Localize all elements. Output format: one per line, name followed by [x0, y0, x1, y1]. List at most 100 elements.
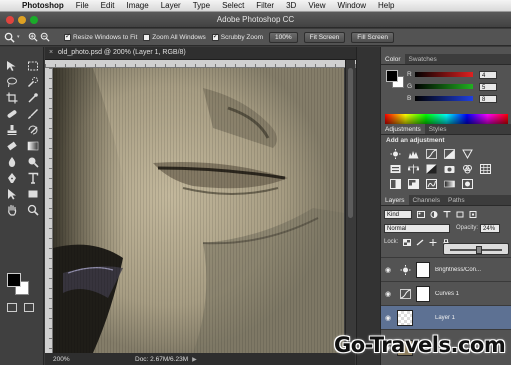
menu-select[interactable]: Select [216, 0, 250, 12]
fit-screen-button[interactable]: Fit Screen [303, 31, 346, 43]
menu-edit[interactable]: Edit [95, 0, 121, 12]
clone-stamp-tool[interactable] [4, 123, 20, 136]
hand-tool[interactable] [4, 203, 20, 216]
zoom-tool-preset[interactable]: ▾ [4, 31, 28, 44]
foreground-color-swatch[interactable] [7, 273, 21, 287]
gradient-tool[interactable] [25, 139, 41, 152]
tab-adjustments[interactable]: Adjustments [381, 124, 425, 134]
channel-mixer-icon[interactable] [461, 163, 474, 174]
green-slider[interactable] [415, 84, 473, 89]
blur-tool[interactable] [4, 155, 20, 168]
menu-view[interactable]: View [302, 0, 331, 12]
tab-paths[interactable]: Paths [444, 195, 469, 205]
crop-tool[interactable] [4, 91, 20, 104]
brush-tool[interactable] [25, 107, 41, 120]
menu-filter[interactable]: Filter [250, 0, 280, 12]
canvas-image[interactable] [53, 68, 344, 353]
black-white-icon[interactable] [425, 163, 438, 174]
path-selection-tool[interactable] [4, 187, 20, 200]
tab-layers[interactable]: Layers [381, 195, 409, 205]
zoom-tool[interactable] [25, 203, 41, 216]
resize-windows-checkbox[interactable]: Resize Windows to Fit [64, 32, 137, 41]
vertical-scrollbar[interactable] [345, 60, 355, 353]
healing-brush-tool[interactable] [4, 107, 20, 120]
eye-visibility-icon[interactable]: ◉ [381, 290, 395, 298]
menu-photoshop[interactable]: Photoshop [16, 0, 70, 12]
menu-layer[interactable]: Layer [155, 0, 187, 12]
opacity-field[interactable]: 24% [480, 223, 501, 233]
tab-styles[interactable]: Styles [425, 124, 451, 134]
blend-mode-select[interactable]: Normal [384, 223, 450, 233]
history-brush-tool[interactable] [25, 123, 41, 136]
color-foreground-swatch[interactable] [386, 70, 398, 82]
smart-object-filter-icon[interactable] [468, 210, 477, 218]
blue-value-field[interactable]: 8 [479, 94, 497, 103]
marquee-tool[interactable] [25, 59, 41, 72]
layer-row-layer-1[interactable]: ◉ Layer 1 [381, 305, 511, 329]
color-lookup-icon[interactable] [479, 163, 492, 174]
brightness-contrast-icon[interactable] [389, 148, 402, 159]
lock-pixels-icon[interactable] [415, 238, 424, 246]
curves-icon[interactable] [425, 148, 438, 159]
lasso-tool[interactable] [4, 75, 20, 88]
eye-visibility-icon[interactable]: ◉ [381, 266, 395, 274]
lock-position-icon[interactable] [428, 238, 437, 246]
quick-selection-tool[interactable] [25, 75, 41, 88]
scrollbar-thumb[interactable] [348, 68, 353, 218]
selective-color-icon[interactable] [461, 178, 474, 189]
red-slider[interactable] [415, 72, 473, 77]
zoom-all-windows-checkbox[interactable]: Zoom All Windows [143, 33, 206, 41]
fill-screen-button[interactable]: Fill Screen [351, 31, 395, 43]
layer-mask-thumbnail[interactable] [416, 261, 430, 278]
type-filter-icon[interactable] [442, 210, 451, 218]
gradient-map-icon[interactable] [443, 178, 456, 189]
menu-image[interactable]: Image [120, 0, 154, 12]
zoom-out-icon[interactable] [40, 32, 50, 42]
type-tool[interactable] [25, 171, 41, 184]
menu-window[interactable]: Window [332, 0, 372, 12]
posterize-icon[interactable] [407, 178, 420, 189]
exposure-icon[interactable] [443, 148, 456, 159]
quick-mask-icon[interactable] [7, 303, 17, 312]
layer-mask-thumbnail[interactable] [416, 285, 430, 302]
adjustment-filter-icon[interactable] [429, 210, 438, 218]
menu-type[interactable]: Type [187, 0, 216, 12]
menu-file[interactable]: File [70, 0, 95, 12]
screen-mode-icon[interactable] [24, 303, 34, 312]
close-icon[interactable]: × [49, 49, 53, 56]
pen-tool[interactable] [4, 171, 20, 184]
pixel-filter-icon[interactable] [416, 210, 425, 218]
shape-tool[interactable] [25, 187, 41, 200]
layer-kind-filter[interactable]: Kind [384, 209, 412, 219]
status-menu-arrow-icon[interactable]: ▶ [192, 356, 197, 363]
tab-swatches[interactable]: Swatches [405, 54, 441, 64]
fill-slider-knob[interactable] [476, 246, 483, 254]
layer-row-brightness[interactable]: ◉ Brightness/Con... [381, 257, 511, 281]
blue-slider[interactable] [415, 96, 473, 101]
eye-visibility-icon[interactable]: ◉ [381, 314, 395, 322]
zoom-level[interactable]: 200% [45, 356, 75, 363]
lock-transparent-icon[interactable] [402, 238, 411, 246]
levels-icon[interactable] [407, 148, 420, 159]
menu-help[interactable]: Help [372, 0, 400, 12]
zoom-in-icon[interactable] [28, 32, 38, 42]
green-value-field[interactable]: 5 [479, 82, 497, 91]
dodge-tool[interactable] [25, 155, 41, 168]
eraser-tool[interactable] [4, 139, 20, 152]
tab-channels[interactable]: Channels [409, 195, 444, 205]
document-tab[interactable]: × old_photo.psd @ 200% (Layer 1, RGB/8) [45, 47, 363, 60]
shape-filter-icon[interactable] [455, 210, 464, 218]
color-balance-icon[interactable] [407, 163, 420, 174]
eyedropper-tool[interactable] [25, 91, 41, 104]
color-spectrum-ramp[interactable] [385, 114, 508, 124]
red-value-field[interactable]: 4 [479, 70, 497, 79]
menu-3d[interactable]: 3D [280, 0, 302, 12]
tab-color[interactable]: Color [381, 54, 405, 64]
fill-slider[interactable] [443, 243, 509, 255]
scrubby-zoom-checkbox[interactable]: Scrubby Zoom [211, 32, 263, 41]
threshold-icon[interactable] [425, 178, 438, 189]
move-tool[interactable] [4, 59, 20, 72]
zoom-100-button[interactable]: 100% [269, 31, 298, 43]
layer-row-curves[interactable]: ◉ Curves 1 [381, 281, 511, 305]
hue-saturation-icon[interactable] [389, 163, 402, 174]
